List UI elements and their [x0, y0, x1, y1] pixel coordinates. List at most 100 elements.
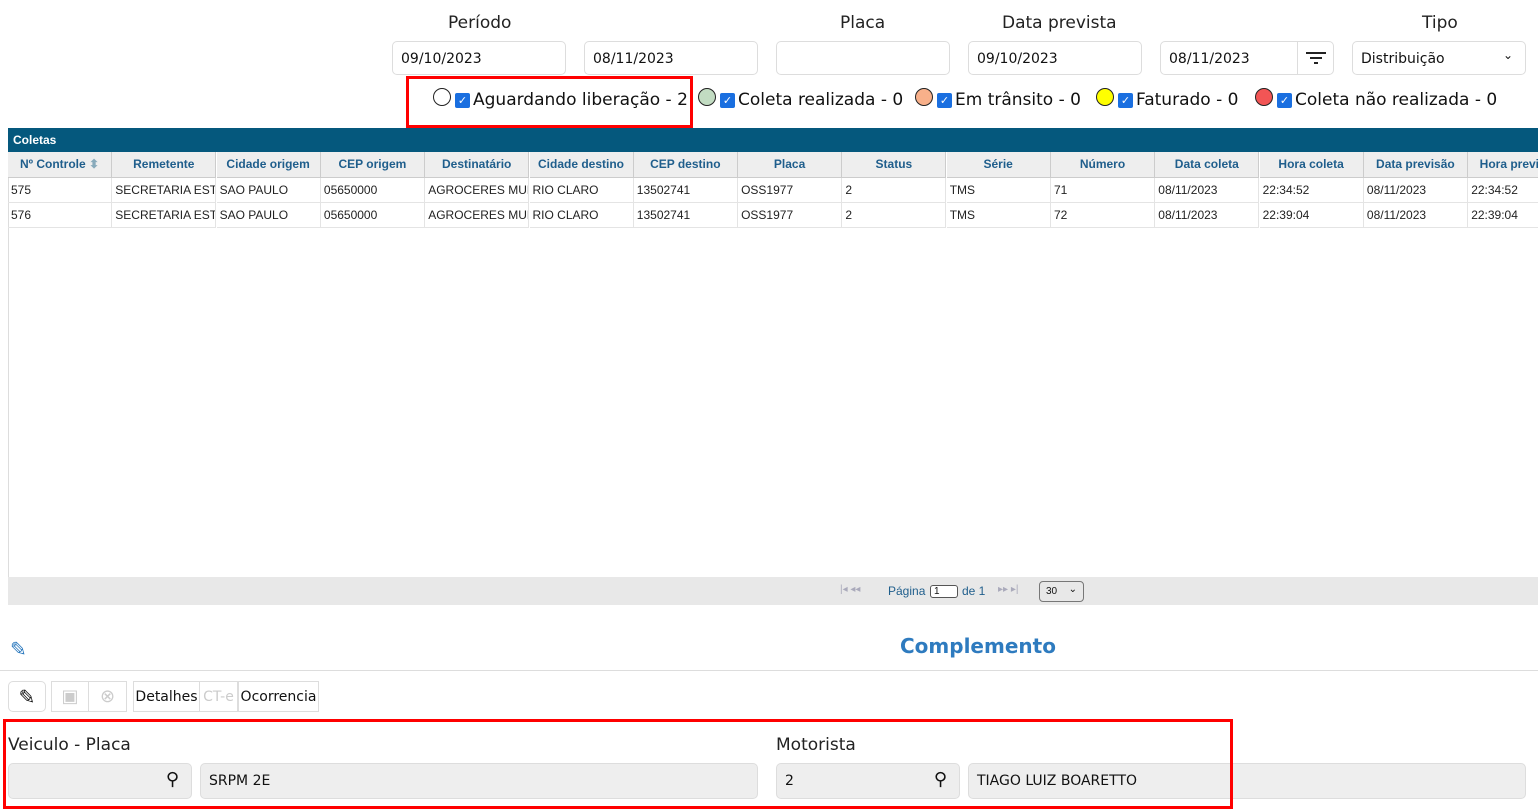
status-color-icon	[1255, 88, 1273, 106]
legend-coleta-nao-realizada[interactable]: ✓Coleta não realizada - 0	[1255, 90, 1497, 110]
data-prevista-from-input[interactable]: 09/10/2023	[968, 41, 1142, 75]
placa-input[interactable]	[776, 41, 950, 75]
legend-em-transito[interactable]: ✓Em trânsito - 0	[915, 90, 1081, 110]
page-size-select[interactable]: 30 ⌄	[1039, 581, 1084, 602]
detalhes-button[interactable]: Detalhes	[133, 681, 200, 712]
table-cell[interactable]: 05650000	[321, 203, 425, 228]
table-cell[interactable]: 22:34:52	[1260, 178, 1364, 203]
table-cell[interactable]: 575	[8, 178, 112, 203]
table-cell[interactable]: AGROCERES MULTIMIX	[425, 178, 529, 203]
column-header[interactable]: Placa	[738, 152, 842, 178]
close-circle-icon: ⊗	[100, 686, 115, 707]
checkbox[interactable]: ✓	[937, 93, 952, 108]
grid-body	[8, 178, 1538, 577]
table-cell[interactable]: SECRETARIA ESTADUAL	[112, 178, 216, 203]
legend-coleta-realizada[interactable]: ✓Coleta realizada - 0	[698, 90, 903, 110]
periodo-from-input[interactable]: 09/10/2023	[392, 41, 566, 75]
table-cell[interactable]: 13502741	[634, 203, 738, 228]
table-cell[interactable]: 05650000	[321, 178, 425, 203]
column-header[interactable]: Status	[842, 152, 946, 178]
page-input[interactable]: 1	[930, 585, 958, 598]
chevron-down-icon: ⌄	[1069, 584, 1077, 595]
status-color-icon	[915, 88, 933, 106]
checkbox[interactable]: ✓	[1277, 93, 1292, 108]
pager	[8, 577, 1538, 605]
first-prev-page-icons[interactable]: |◂ ◂◂	[840, 584, 860, 595]
table-cell[interactable]: 08/11/2023	[1364, 203, 1468, 228]
highlight-box	[3, 719, 1233, 809]
column-header[interactable]: CEP destino	[634, 152, 738, 178]
filter-button[interactable]	[1297, 42, 1333, 74]
column-header[interactable]: Número	[1051, 152, 1155, 178]
periodo-to-input[interactable]: 08/11/2023	[584, 41, 758, 75]
table-cell[interactable]: SAO PAULO	[217, 178, 321, 203]
cte-button[interactable]: CT-e	[199, 681, 238, 712]
table-cell[interactable]: SAO PAULO	[217, 203, 321, 228]
sort-icon: ⬍	[86, 157, 99, 171]
table-cell[interactable]: 08/11/2023	[1155, 178, 1259, 203]
grid-title: Coletas	[8, 128, 1538, 152]
data-prevista-to-value: 08/11/2023	[1169, 51, 1250, 67]
table-cell[interactable]: TMS	[947, 178, 1051, 203]
column-header[interactable]: Cidade origem	[217, 152, 321, 178]
pencil-icon[interactable]: ✎	[10, 637, 27, 662]
table-cell[interactable]: RIO CLARO	[530, 178, 634, 203]
column-header[interactable]: Remetente	[112, 152, 216, 178]
cancel-button[interactable]: ⊗	[88, 681, 127, 712]
placa-label: Placa	[840, 13, 885, 33]
table-cell[interactable]: 13502741	[634, 178, 738, 203]
table-cell[interactable]: 22:34:52	[1468, 178, 1538, 203]
table-cell[interactable]: AGROCERES MULTIMIX	[425, 203, 529, 228]
column-header[interactable]: Data coleta	[1155, 152, 1259, 178]
table-cell[interactable]: 2	[842, 178, 946, 203]
periodo-label: Período	[448, 13, 511, 33]
filter-icon	[1298, 42, 1334, 74]
page-count: de 1	[962, 584, 985, 598]
legend-label: Em trânsito - 0	[955, 90, 1081, 110]
table-cell[interactable]: 08/11/2023	[1155, 203, 1259, 228]
legend-faturado[interactable]: ✓Faturado - 0	[1096, 90, 1238, 110]
tipo-label: Tipo	[1422, 13, 1458, 33]
status-color-icon	[1096, 88, 1114, 106]
table-cell[interactable]: 71	[1051, 178, 1155, 203]
column-header-label: Nº Controle	[20, 157, 86, 171]
legend-label: Coleta não realizada - 0	[1295, 90, 1497, 110]
table-cell[interactable]: 08/11/2023	[1364, 178, 1468, 203]
tipo-value: Distribuição	[1361, 51, 1445, 67]
checkbox[interactable]: ✓	[1118, 93, 1133, 108]
table-cell[interactable]: OSS1977	[738, 178, 842, 203]
edit-button[interactable]: ✎	[8, 681, 46, 712]
column-header[interactable]: Destinatário	[425, 152, 529, 178]
save-button[interactable]: ▣	[51, 681, 89, 712]
complemento-title: Complemento	[900, 634, 1056, 658]
checkbox[interactable]: ✓	[720, 93, 735, 108]
column-header[interactable]: Cidade destino	[530, 152, 634, 178]
tipo-select[interactable]: Distribuição ⌄	[1352, 41, 1526, 75]
data-prevista-label: Data prevista	[1002, 13, 1117, 33]
table-cell[interactable]: 2	[842, 203, 946, 228]
table-cell[interactable]: TMS	[947, 203, 1051, 228]
pencil-icon: ✎	[19, 685, 36, 709]
table-cell[interactable]: RIO CLARO	[530, 203, 634, 228]
table-cell[interactable]: 576	[8, 203, 112, 228]
next-last-page-icons[interactable]: ▸▸ ▸|	[998, 584, 1018, 595]
column-header[interactable]: Série	[947, 152, 1051, 178]
highlight-box	[406, 76, 693, 128]
column-header[interactable]: Hora previsão	[1468, 152, 1538, 178]
column-header[interactable]: Nº Controle ⬍	[8, 152, 112, 178]
page-label: Página	[888, 584, 925, 598]
divider	[0, 670, 1538, 671]
page-size-value: 30	[1046, 586, 1057, 597]
legend-label: Faturado - 0	[1136, 90, 1238, 110]
chevron-down-icon: ⌄	[1503, 48, 1513, 62]
table-cell[interactable]: 72	[1051, 203, 1155, 228]
table-cell[interactable]: 22:39:04	[1260, 203, 1364, 228]
table-cell[interactable]: 22:39:04	[1468, 203, 1538, 228]
legend-label: Coleta realizada - 0	[738, 90, 903, 110]
column-header[interactable]: Data previsão	[1364, 152, 1468, 178]
column-header[interactable]: Hora coleta	[1260, 152, 1364, 178]
ocorrencia-button[interactable]: Ocorrencia	[238, 681, 319, 712]
table-cell[interactable]: SECRETARIA ESTADUAL	[112, 203, 216, 228]
table-cell[interactable]: OSS1977	[738, 203, 842, 228]
column-header[interactable]: CEP origem	[321, 152, 425, 178]
